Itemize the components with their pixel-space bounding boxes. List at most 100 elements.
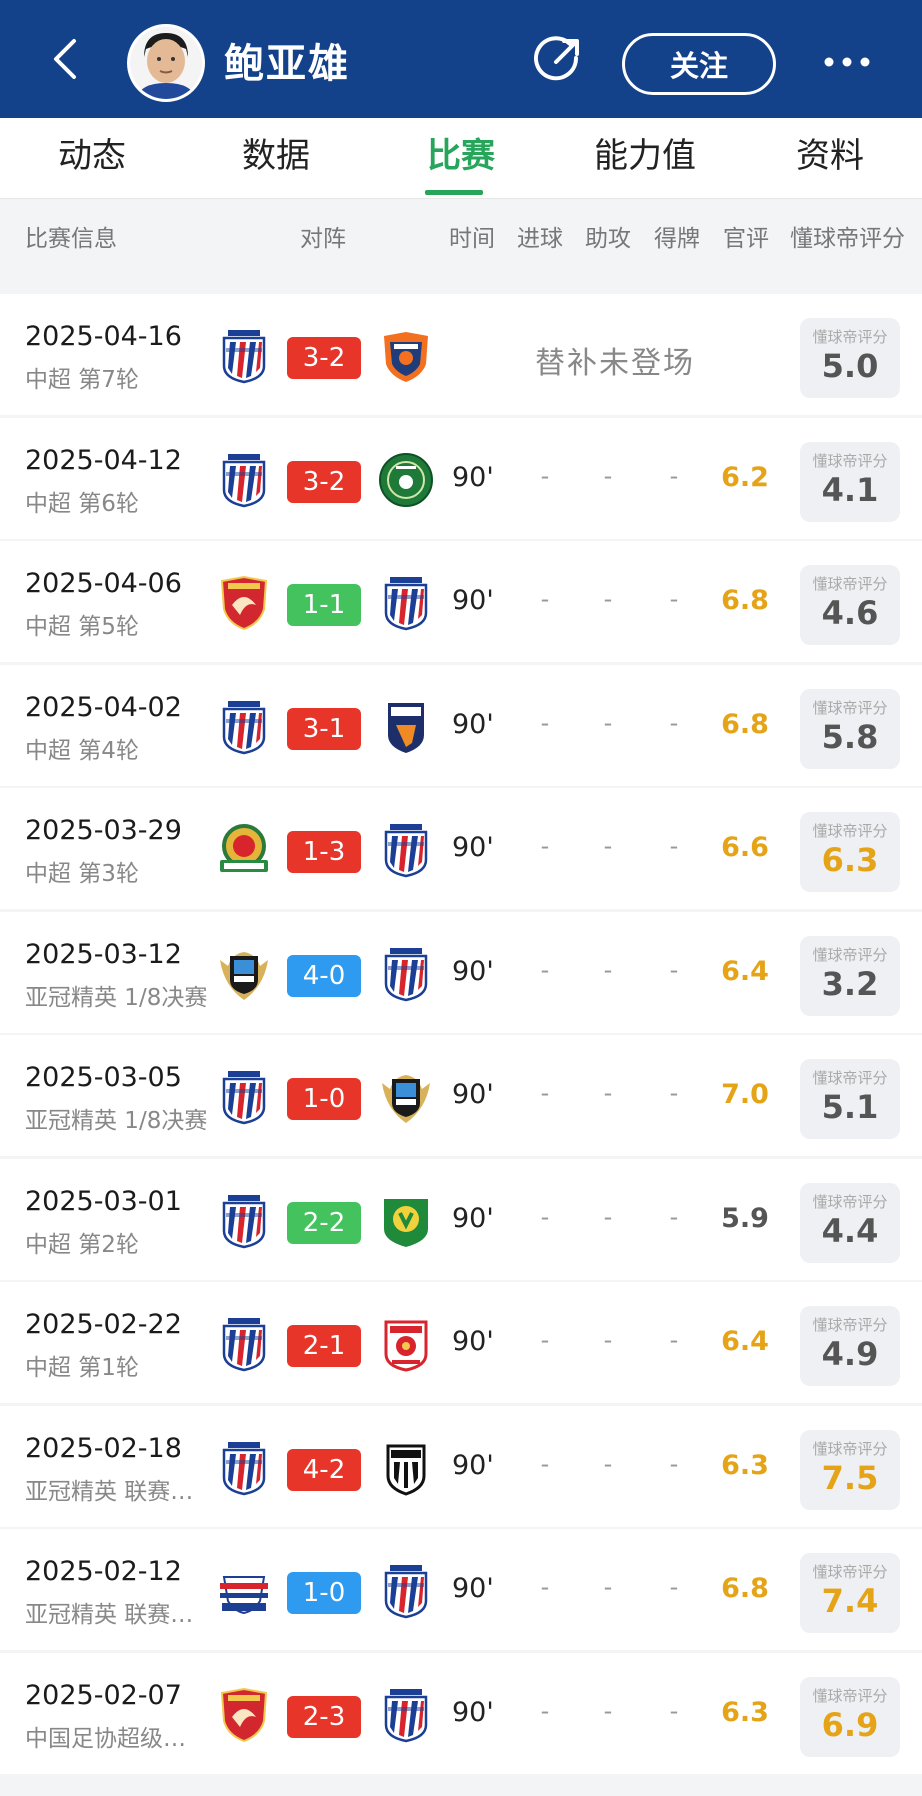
cards-value: - xyxy=(669,1079,679,1107)
match-row[interactable]: 2025-04-16 中超 第7轮 3-2 懂球帝评分 5.0 替补未登场 xyxy=(0,294,922,415)
official-rating: 6.8 xyxy=(721,1573,769,1604)
col-dqd-rating: 懂球帝评分 xyxy=(790,226,905,252)
dqd-rating-value: 5.0 xyxy=(821,347,879,385)
match-row[interactable]: 2025-04-06 中超 第5轮 1-1 懂球帝评分 4.6 90' - - - 6.… xyxy=(0,541,922,662)
shenhua-crest-icon xyxy=(378,822,434,878)
assists-value: - xyxy=(603,1450,613,1478)
match-row[interactable]: 2025-04-02 中超 第4轮 3-1 懂球帝评分 5.8 90' - - - 6.… xyxy=(0,665,922,786)
dqd-rating-box: 懂球帝评分 5.8 xyxy=(800,689,900,769)
official-rating: 6.3 xyxy=(721,1450,769,1481)
tab-profile[interactable]: 资料 xyxy=(755,118,905,198)
not-played-label: 替补未登场 xyxy=(535,346,695,381)
tab-matches[interactable]: 比赛 xyxy=(386,118,536,198)
dqd-rating-label: 懂球帝评分 xyxy=(812,1563,888,1581)
tab-data[interactable]: 数据 xyxy=(201,118,351,198)
assists-value: - xyxy=(603,585,613,613)
dqd-rating-value: 4.9 xyxy=(821,1335,879,1373)
dqd-rating-value: 4.4 xyxy=(821,1212,879,1250)
dqd-rating-label: 懂球帝评分 xyxy=(812,328,888,346)
dqd-rating-label: 懂球帝评分 xyxy=(812,1316,888,1334)
vissel-crest-icon xyxy=(378,1440,434,1496)
match-date: 2025-03-29 xyxy=(25,815,182,846)
shenhua-crest-icon xyxy=(216,1316,272,1372)
dqd-rating-box: 懂球帝评分 3.2 xyxy=(800,936,900,1016)
match-date: 2025-03-01 xyxy=(25,1186,182,1217)
shenhua-crest-icon xyxy=(216,699,272,755)
assists-value: - xyxy=(603,832,613,860)
active-tab-indicator xyxy=(425,190,483,195)
competition-label: 亚冠精英 1/8决赛 xyxy=(25,1108,208,1134)
shenhua-crest-icon xyxy=(216,1069,272,1125)
col-fixture: 对阵 xyxy=(300,226,346,252)
match-row[interactable]: 2025-04-12 中超 第6轮 3-2 懂球帝评分 4.1 90' - - - 6.… xyxy=(0,418,922,539)
player-avatar[interactable] xyxy=(127,24,205,102)
follow-button[interactable]: 关注 xyxy=(622,33,776,95)
assists-value: - xyxy=(603,462,613,490)
competition-label: 亚冠精英 联赛… xyxy=(25,1602,194,1628)
minutes-played: 90' xyxy=(452,1079,494,1110)
official-rating: 6.6 xyxy=(721,832,769,863)
dqd-rating-label: 懂球帝评分 xyxy=(812,946,888,964)
shenhua-crest-icon xyxy=(378,946,434,1002)
match-date: 2025-02-18 xyxy=(25,1433,182,1464)
assists-value: - xyxy=(603,1203,613,1231)
share-icon[interactable] xyxy=(530,32,586,88)
match-row[interactable]: 2025-02-12 亚冠精英 联赛… 1-0 懂球帝评分 7.4 90' - - -… xyxy=(0,1529,922,1650)
goals-value: - xyxy=(540,1573,550,1601)
official-rating: 7.0 xyxy=(721,1079,769,1110)
competition-label: 亚冠精英 联赛… xyxy=(25,1479,194,1505)
competition-label: 中超 第3轮 xyxy=(25,861,139,887)
dqd-rating-box: 懂球帝评分 4.6 xyxy=(800,565,900,645)
match-row[interactable]: 2025-02-22 中超 第1轮 2-1 懂球帝评分 4.9 90' - - - 6.… xyxy=(0,1282,922,1403)
henan-crest-icon xyxy=(216,822,272,878)
tab-dynamics[interactable]: 动态 xyxy=(17,118,167,198)
dqd-rating-label: 懂球帝评分 xyxy=(812,1687,888,1705)
match-date: 2025-02-07 xyxy=(25,1680,182,1711)
match-row[interactable]: 2025-03-01 中超 第2轮 2-2 懂球帝评分 4.4 90' - - - 5.… xyxy=(0,1159,922,1280)
score-badge: 3-2 xyxy=(287,461,361,503)
shenhua-crest-icon xyxy=(216,1193,272,1249)
col-cards: 得牌 xyxy=(654,226,700,252)
more-icon[interactable] xyxy=(812,34,882,90)
match-date: 2025-04-02 xyxy=(25,692,182,723)
minutes-played: 90' xyxy=(452,585,494,616)
official-rating: 6.4 xyxy=(721,956,769,987)
match-date: 2025-04-12 xyxy=(25,445,182,476)
back-icon[interactable] xyxy=(40,34,90,84)
score-badge: 3-2 xyxy=(287,337,361,379)
yokohama-crest-icon xyxy=(216,1563,272,1619)
dqd-rating-box: 懂球帝评分 6.3 xyxy=(800,812,900,892)
minutes-played: 90' xyxy=(452,1697,494,1728)
goals-value: - xyxy=(540,1326,550,1354)
assists-value: - xyxy=(603,1326,613,1354)
goals-value: - xyxy=(540,1450,550,1478)
score-badge: 4-2 xyxy=(287,1449,361,1491)
match-row[interactable]: 2025-03-29 中超 第3轮 1-3 懂球帝评分 6.3 90' - - - 6.… xyxy=(0,788,922,909)
goals-value: - xyxy=(540,1203,550,1231)
match-row[interactable]: 2025-02-18 亚冠精英 联赛… 4-2 懂球帝评分 7.5 90' - - -… xyxy=(0,1406,922,1527)
col-assists: 助攻 xyxy=(585,226,631,252)
assists-value: - xyxy=(603,1697,613,1725)
dqd-rating-value: 7.5 xyxy=(821,1459,879,1497)
dqd-rating-box: 懂球帝评分 7.4 xyxy=(800,1553,900,1633)
yunnan-crest-icon xyxy=(378,699,434,755)
goals-value: - xyxy=(540,956,550,984)
goals-value: - xyxy=(540,709,550,737)
minutes-played: 90' xyxy=(452,462,494,493)
match-row[interactable]: 2025-03-05 亚冠精英 1/8决赛 1-0 懂球帝评分 5.1 90' -… xyxy=(0,1035,922,1156)
tab-ability[interactable]: 能力值 xyxy=(570,118,720,198)
minutes-played: 90' xyxy=(452,1450,494,1481)
cards-value: - xyxy=(669,1203,679,1231)
score-badge: 2-3 xyxy=(287,1696,361,1738)
minutes-played: 90' xyxy=(452,1573,494,1604)
cards-value: - xyxy=(669,1450,679,1478)
official-rating: 6.8 xyxy=(721,709,769,740)
match-row[interactable]: 2025-02-07 中国足协超级… 2-3 懂球帝评分 6.9 90' - - - 6… xyxy=(0,1653,922,1774)
dqd-rating-value: 4.1 xyxy=(821,471,879,509)
match-date: 2025-03-12 xyxy=(25,939,182,970)
match-row[interactable]: 2025-03-12 亚冠精英 1/8决赛 4-0 懂球帝评分 3.2 90' -… xyxy=(0,912,922,1033)
col-goals: 进球 xyxy=(517,226,563,252)
dqd-rating-box: 懂球帝评分 4.4 xyxy=(800,1183,900,1263)
dqd-rating-value: 5.8 xyxy=(821,718,879,756)
top-bar: 鲍亚雄 关注 xyxy=(0,0,922,118)
